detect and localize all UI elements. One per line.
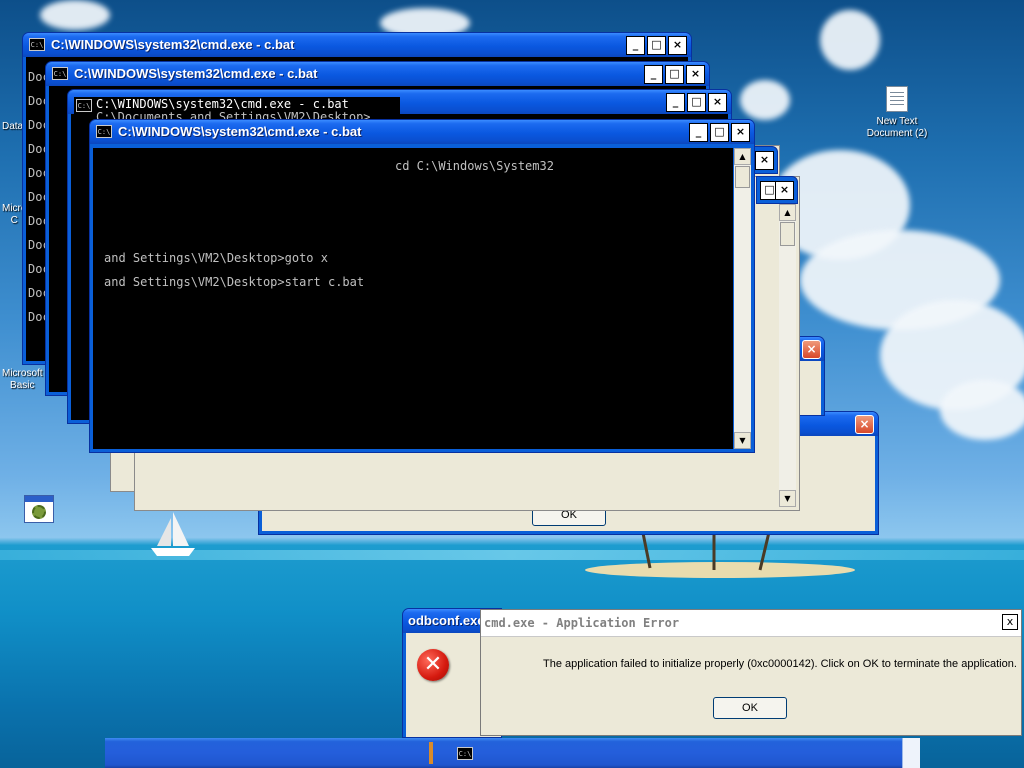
minimize-button[interactable]: _ (689, 123, 708, 142)
scroll-down-button[interactable]: ▼ (734, 432, 751, 449)
close-icon: × (779, 183, 790, 196)
scroll-thumb[interactable] (780, 222, 795, 246)
window-edge: □ × (756, 176, 798, 204)
desktop-icon-settings[interactable] (24, 495, 54, 523)
desktop-icon-new-text-document[interactable]: New Text Document (2) (855, 86, 939, 140)
cloud (740, 80, 790, 120)
window-title: C:\WINDOWS\system32\cmd.exe - c.bat (118, 124, 362, 139)
desktop-icon-microsoft-basic[interactable]: Microsoft Basic (2, 368, 43, 392)
maximize-icon: □ (651, 38, 662, 51)
minimize-button[interactable]: _ (666, 93, 685, 112)
taskbar-separator (429, 742, 433, 764)
maximize-button[interactable]: □ (710, 123, 729, 142)
desktop-icon-label-partial[interactable]: Data (2, 121, 23, 133)
close-button[interactable]: × (708, 93, 727, 112)
minimize-icon: _ (632, 38, 639, 51)
error-message: The application failed to initialize pro… (543, 658, 1017, 670)
dialog-title: odbconf.exe (408, 613, 485, 628)
taskbar-edge (902, 738, 920, 768)
close-icon: × (859, 417, 870, 431)
icon-label: C (10, 215, 18, 226)
cmd-prompt-icon[interactable]: C:\ (457, 747, 473, 760)
close-button[interactable]: × (731, 123, 750, 142)
maximize-button[interactable]: □ (665, 65, 684, 84)
window-titlebar[interactable]: C:\ C:\WINDOWS\system32\cmd.exe - c.bat … (46, 62, 709, 86)
cmd-prompt-icon: C:\ (76, 99, 92, 112)
overlay-title-text: C:\WINDOWS\system32\cmd.exe - c.bat (96, 97, 349, 111)
minimize-icon: _ (650, 67, 657, 80)
close-icon: x (1006, 615, 1014, 628)
dialog-title: cmd.exe - Application Error (484, 616, 680, 630)
icon-label: Data (2, 121, 24, 132)
close-icon: × (806, 342, 817, 356)
console-line: cd C:\Windows\System32 (395, 159, 554, 173)
console-output[interactable]: cd C:\Windows\System32 and Settings\VM2\… (93, 148, 733, 449)
ok-button[interactable]: OK (713, 697, 787, 719)
error-x-icon: ✕ (417, 649, 449, 681)
close-icon: × (690, 67, 701, 80)
maximize-icon: □ (669, 67, 680, 80)
gear-icon (32, 505, 46, 519)
icon-label: New Text Document (2) (866, 116, 928, 139)
close-button[interactable]: x (1002, 614, 1018, 630)
close-button[interactable]: × (668, 36, 687, 55)
window-title: C:\WINDOWS\system32\cmd.exe - c.bat (74, 66, 318, 81)
cloud (940, 380, 1024, 440)
window-titlebar[interactable]: C:\ C:\WINDOWS\system32\cmd.exe - c.bat … (23, 33, 691, 57)
maximize-icon: □ (764, 183, 775, 196)
cmd-prompt-icon: C:\ (52, 67, 68, 80)
application-error-dialog[interactable]: cmd.exe - Application Error x The applic… (480, 609, 1022, 736)
close-icon: × (759, 153, 770, 166)
dialog-titlebar[interactable]: cmd.exe - Application Error x (481, 610, 1021, 637)
close-button[interactable]: × (802, 340, 821, 359)
minimize-button[interactable]: _ (644, 65, 663, 84)
cmd-window-front[interactable]: C:\ C:\WINDOWS\system32\cmd.exe - c.bat … (89, 119, 755, 453)
maximize-icon: □ (714, 125, 725, 138)
window-title: C:\WINDOWS\system32\cmd.exe - c.bat (51, 37, 295, 52)
maximize-button[interactable]: □ (687, 93, 706, 112)
close-button[interactable]: × (686, 65, 705, 84)
text-document-icon (886, 86, 908, 112)
window-titlebar[interactable]: C:\ C:\WINDOWS\system32\cmd.exe - c.bat … (90, 120, 754, 144)
window-edge: × (754, 146, 778, 174)
cloud (820, 10, 880, 70)
close-button[interactable]: × (855, 415, 874, 434)
minimize-icon: _ (672, 95, 679, 108)
cloud (40, 0, 110, 30)
taskbar[interactable]: C:\ (105, 738, 920, 768)
close-icon: × (712, 95, 723, 108)
maximize-button[interactable]: □ (647, 36, 666, 55)
sailboat-image (151, 512, 195, 556)
close-icon: × (672, 38, 683, 51)
cmd-prompt-icon: C:\ (96, 125, 112, 138)
scroll-thumb[interactable] (735, 166, 750, 188)
vertical-scrollbar[interactable]: ▲ ▼ (734, 148, 751, 449)
scroll-up-button[interactable]: ▲ (779, 204, 796, 221)
console-line: and Settings\VM2\Desktop>goto x (104, 251, 328, 265)
cmd-prompt-icon: C:\ (29, 38, 45, 51)
maximize-icon: □ (691, 95, 702, 108)
icon-label: Basic (10, 380, 35, 391)
window-strip (25, 496, 53, 502)
close-button[interactable]: × (755, 151, 774, 170)
console-line: and Settings\VM2\Desktop>start c.bat (104, 275, 365, 289)
scroll-down-button[interactable]: ▼ (779, 490, 796, 507)
minimize-icon: _ (695, 125, 702, 138)
vertical-scrollbar[interactable]: ▲ ▼ (779, 204, 796, 507)
scroll-up-button[interactable]: ▲ (734, 148, 751, 165)
close-button[interactable]: × (775, 181, 794, 200)
close-icon: × (735, 125, 746, 138)
icon-label: Microsoft (2, 368, 43, 379)
minimize-button[interactable]: _ (626, 36, 645, 55)
